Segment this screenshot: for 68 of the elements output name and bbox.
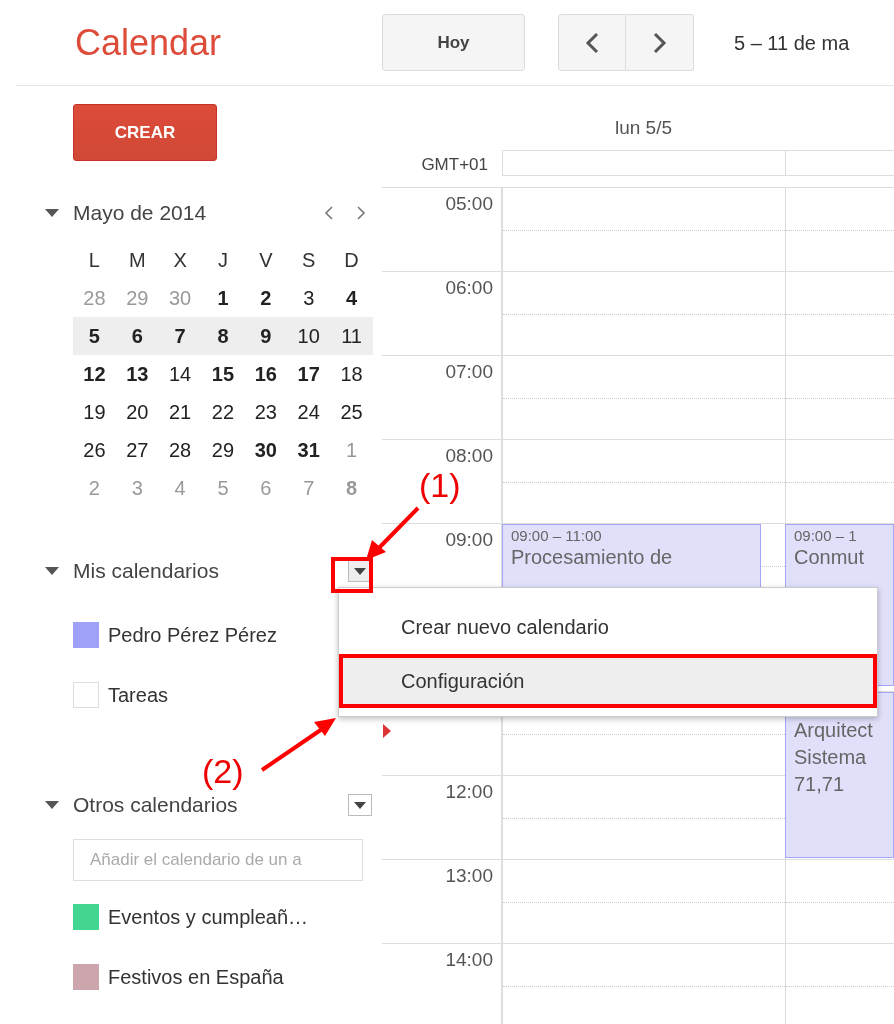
menu-item[interactable]: Configuración	[339, 654, 877, 708]
calendar-day[interactable]: 27	[115, 431, 159, 469]
calendar-day[interactable]: 26	[73, 431, 116, 469]
annotation-label: (2)	[202, 754, 244, 788]
section-title: Mis calendarios	[73, 558, 219, 585]
calendar-day[interactable]: 23	[244, 393, 288, 431]
month-title: Mayo de 2014	[73, 200, 207, 227]
calendar-day[interactable]: 1	[201, 279, 245, 317]
calendar-day[interactable]: 24	[287, 393, 331, 431]
annotation-label: (1)	[419, 468, 461, 502]
calendar-day[interactable]: 2	[244, 279, 288, 317]
calendar-day[interactable]: 28	[158, 431, 202, 469]
calendar-day[interactable]: 5	[73, 317, 116, 355]
calendar-day[interactable]: 15	[201, 355, 245, 393]
weekday-label: V	[258, 248, 274, 273]
weekday-label: J	[217, 248, 229, 273]
calendar-day[interactable]: 31	[287, 431, 331, 469]
today-button[interactable]: Hoy	[382, 14, 525, 71]
calendar-name[interactable]: Tareas	[108, 680, 169, 710]
search-field[interactable]: Añadir el calendario de un a	[73, 839, 363, 881]
calendar-day[interactable]: 19	[73, 393, 116, 431]
hour-label: 06:00	[382, 272, 502, 356]
hour-label: 13:00	[382, 860, 502, 944]
hour-label: 07:00	[382, 356, 502, 440]
weekday-label: M	[127, 248, 147, 273]
event-title: Procesamiento de	[511, 545, 674, 570]
calendar-day[interactable]: 16	[244, 355, 288, 393]
calendar-day[interactable]: 10	[287, 317, 331, 355]
calendar-day[interactable]: 14	[158, 355, 202, 393]
weekday-label: S	[301, 248, 317, 273]
event-title: 71,71	[794, 772, 846, 797]
weekday-label: L	[87, 248, 101, 273]
calendar-day[interactable]: 13	[115, 355, 159, 393]
calendar-name[interactable]: Eventos y cumpleañ…	[108, 902, 309, 932]
calendar-day[interactable]: 22	[201, 393, 245, 431]
calendar-day[interactable]: 3	[287, 279, 331, 317]
timezone-label: GMT+01	[420, 154, 489, 176]
calendar-day[interactable]: 30	[244, 431, 288, 469]
app-logo: Calendar	[74, 20, 223, 65]
event-time: 09:00 – 1	[794, 527, 858, 544]
weekday-label: X	[172, 248, 188, 273]
event-time: 09:00 – 11:00	[511, 527, 603, 544]
calendar-day[interactable]: 6	[115, 317, 159, 355]
day-header[interactable]: lun 5/5	[502, 86, 785, 143]
event-title: Sistema	[794, 745, 868, 770]
calendar-day[interactable]: 9	[244, 317, 288, 355]
create-button[interactable]: CREAR	[73, 104, 217, 161]
calendar-day[interactable]: 4	[330, 279, 373, 317]
hour-label: 14:00	[382, 944, 502, 1024]
calendar-day[interactable]: 21	[158, 393, 202, 431]
calendar-day[interactable]: 25	[330, 393, 373, 431]
event-title: Arquitect	[794, 718, 874, 743]
calendar-day[interactable]: 18	[330, 355, 373, 393]
calendar-name[interactable]: Pedro Pérez Pérez	[108, 620, 277, 650]
event-title: Conmut	[794, 545, 866, 570]
calendar-day[interactable]: 12	[73, 355, 116, 393]
calendar-day[interactable]: 7	[158, 317, 202, 355]
calendar-day[interactable]: 11	[330, 317, 373, 355]
hour-label: 12:00	[382, 776, 502, 860]
hour-label: 05:00	[382, 188, 502, 272]
calendar-name[interactable]: Festivos en España	[108, 962, 284, 992]
calendar-day[interactable]: 29	[201, 431, 245, 469]
calendar-day[interactable]: 20	[115, 393, 159, 431]
date-range: 5 – 11 de ma	[734, 30, 850, 56]
weekday-label: D	[343, 248, 360, 273]
section-title: Otros calendarios	[73, 792, 238, 819]
calendar-day[interactable]: 8	[201, 317, 245, 355]
calendar-day[interactable]: 17	[287, 355, 331, 393]
